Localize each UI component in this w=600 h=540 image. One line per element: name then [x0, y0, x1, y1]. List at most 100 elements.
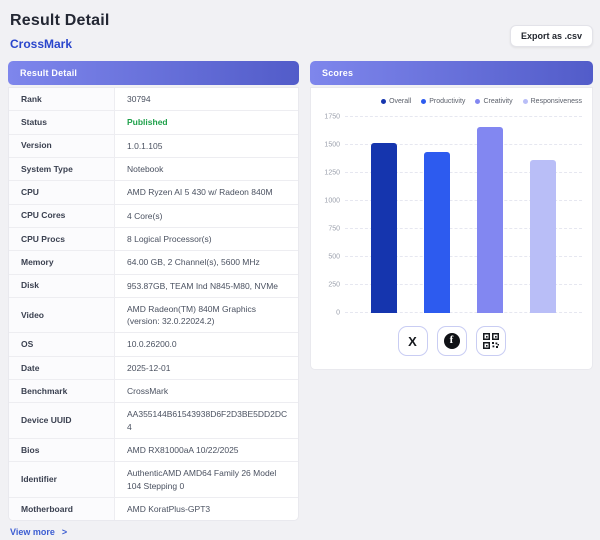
row-label: CPU Cores [9, 205, 115, 227]
table-row: CPU Procs 8 Logical Processor(s) [9, 228, 298, 251]
row-value: Notebook [115, 158, 298, 180]
y-axis-tick: 0 [317, 310, 345, 317]
row-label: Date [9, 357, 115, 379]
table-row: Bios AMD RX81000aA 10/22/2025 [9, 439, 298, 462]
legend-dot-icon [421, 99, 426, 104]
y-axis-tick: 750 [317, 226, 345, 233]
table-row: Memory 64.00 GB, 2 Channel(s), 5600 MHz [9, 251, 298, 274]
chevron-right-icon: > [62, 527, 67, 537]
row-label: System Type [9, 158, 115, 180]
benchmark-link[interactable]: CrossMark [10, 37, 593, 51]
row-label: Status [9, 111, 115, 133]
result-detail-banner: Result Detail [8, 61, 299, 85]
plot-area: 02505007501000125015001750 [345, 117, 582, 313]
table-row: Motherboard AMD KoratPlus-GPT3 [9, 498, 298, 520]
row-label: Motherboard [9, 498, 115, 520]
row-label: Version [9, 135, 115, 157]
share-qr-button[interactable] [476, 326, 506, 356]
table-row: Device UUID AA355144B61543938D6F2D3BE5DD… [9, 403, 298, 439]
legend-dot-icon [475, 99, 480, 104]
legend-label: Responsiveness [531, 98, 582, 105]
scores-section: Scores Overall Productivity Creativity Resp… [310, 61, 593, 370]
row-label: Rank [9, 88, 115, 110]
spec-table: Rank 30794 Status Published Version 1.0.… [8, 87, 299, 521]
table-row: OS 10.0.26200.0 [9, 333, 298, 356]
row-label: CPU [9, 181, 115, 203]
table-row: Date 2025-12-01 [9, 357, 298, 380]
table-row: Version 1.0.1.105 [9, 135, 298, 158]
row-label: Memory [9, 251, 115, 273]
row-label: Disk [9, 275, 115, 297]
page: Result Detail CrossMark Export as .csv R… [0, 0, 600, 473]
y-axis-tick: 250 [317, 282, 345, 289]
legend-item[interactable]: Productivity [421, 98, 465, 105]
spec-table-body: Rank 30794 Status Published Version 1.0.… [9, 88, 298, 520]
legend-label: Productivity [429, 98, 465, 105]
row-value: CrossMark [115, 380, 298, 402]
page-title: Result Detail [10, 12, 593, 30]
legend-label: Overall [389, 98, 411, 105]
bar-productivity[interactable] [424, 152, 450, 313]
legend-label: Creativity [483, 98, 512, 105]
x-icon: X [408, 335, 417, 348]
row-value: 1.0.1.105 [115, 135, 298, 157]
row-label: Device UUID [9, 403, 115, 438]
row-value: AMD KoratPlus-GPT3 [115, 498, 298, 520]
row-value: 953.87GB, TEAM Ind N845-M80, NVMe [115, 275, 298, 297]
table-row: Disk 953.87GB, TEAM Ind N845-M80, NVMe [9, 275, 298, 298]
share-buttons: X f [311, 326, 592, 356]
y-axis-tick: 1250 [317, 170, 345, 177]
result-detail-section: Result Detail Rank 30794 Status Publishe… [8, 61, 299, 540]
legend-item[interactable]: Creativity [475, 98, 512, 105]
page-header: Result Detail CrossMark Export as .csv [10, 12, 593, 51]
view-more-link[interactable]: View more > [10, 527, 67, 537]
row-label: Bios [9, 439, 115, 461]
y-axis-tick: 1750 [317, 114, 345, 121]
row-value: AA355144B61543938D6F2D3BE5DD2DC4 [115, 403, 298, 438]
table-row: CPU Cores 4 Core(s) [9, 205, 298, 228]
row-value: AuthenticAMD AMD64 Family 26 Model 104 S… [115, 462, 298, 497]
table-row: CPU AMD Ryzen AI 5 430 w/ Radeon 840M [9, 181, 298, 204]
y-axis-tick: 1500 [317, 142, 345, 149]
row-value: AMD Radeon(TM) 840M Graphics (version: 3… [115, 298, 298, 333]
table-row: System Type Notebook [9, 158, 298, 181]
row-label: OS [9, 333, 115, 355]
export-csv-button[interactable]: Export as .csv [510, 25, 593, 47]
row-value: 30794 [115, 88, 298, 110]
table-row: Rank 30794 [9, 88, 298, 111]
table-row: Status Published [9, 111, 298, 134]
share-facebook-button[interactable]: f [437, 326, 467, 356]
row-value: 4 Core(s) [115, 205, 298, 227]
chart-legend: Overall Productivity Creativity Responsiven… [311, 96, 592, 105]
bar-creativity[interactable] [477, 127, 503, 313]
row-value: 2025-12-01 [115, 357, 298, 379]
table-row: Identifier AuthenticAMD AMD64 Family 26 … [9, 462, 298, 498]
qr-code-icon [483, 333, 499, 349]
table-row: Video AMD Radeon(TM) 840M Graphics (vers… [9, 298, 298, 334]
legend-item[interactable]: Overall [381, 98, 411, 105]
legend-item[interactable]: Responsiveness [523, 98, 582, 105]
legend-dot-icon [381, 99, 386, 104]
table-row: Benchmark CrossMark [9, 380, 298, 403]
row-label: Identifier [9, 462, 115, 497]
row-value: AMD Ryzen AI 5 430 w/ Radeon 840M [115, 181, 298, 203]
y-axis-tick: 1000 [317, 198, 345, 205]
scores-banner: Scores [310, 61, 593, 85]
scores-card: Overall Productivity Creativity Responsiven… [310, 87, 593, 370]
row-label: CPU Procs [9, 228, 115, 250]
bar-overall[interactable] [371, 143, 397, 313]
legend-dot-icon [523, 99, 528, 104]
row-value: 10.0.26200.0 [115, 333, 298, 355]
row-value: 8 Logical Processor(s) [115, 228, 298, 250]
row-value: 64.00 GB, 2 Channel(s), 5600 MHz [115, 251, 298, 273]
row-label: Video [9, 298, 115, 333]
bar-chart: 02505007501000125015001750 [317, 117, 582, 313]
bar-responsiveness[interactable] [530, 160, 556, 313]
view-more-label: View more [10, 527, 55, 537]
content-columns: Result Detail Rank 30794 Status Publishe… [8, 61, 593, 540]
y-axis-tick: 500 [317, 254, 345, 261]
row-value: AMD RX81000aA 10/22/2025 [115, 439, 298, 461]
share-x-button[interactable]: X [398, 326, 428, 356]
bars-container [345, 117, 582, 313]
row-value: Published [115, 111, 298, 133]
